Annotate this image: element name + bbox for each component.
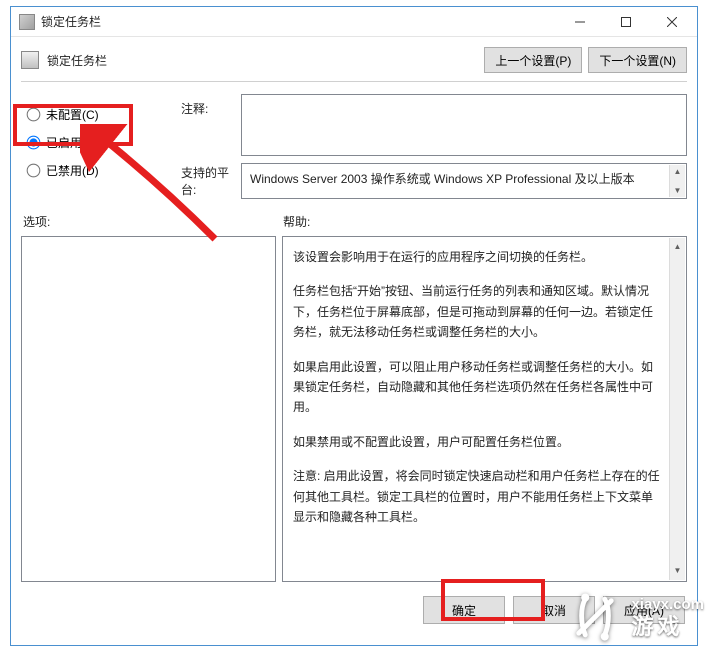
apply-button[interactable]: 应用(A) — [603, 596, 685, 624]
next-setting-button[interactable]: 下一个设置(N) — [588, 47, 687, 73]
close-button[interactable] — [649, 8, 695, 36]
options-label: 选项: — [23, 213, 283, 230]
help-paragraph: 如果启用此设置，可以阻止用户移动任务栏或调整任务栏的大小。如果锁定任务栏，自动隐… — [293, 357, 664, 418]
help-panel: 该设置会影响用于在运行的应用程序之间切换的任务栏。 任务栏包括“开始”按钮、当前… — [282, 236, 687, 582]
help-paragraph: 如果禁用或不配置此设置，用户可配置任务栏位置。 — [293, 432, 664, 452]
upper-section: 未配置(C) 已启用(E) 已禁用(D) 注释: 支持的平台: Windows … — [11, 90, 697, 199]
help-paragraph: 任务栏包括“开始”按钮、当前运行任务的列表和通知区域。默认情况下，任务栏位于屏幕… — [293, 281, 664, 342]
platform-field: Windows Server 2003 操作系统或 Windows XP Pro… — [241, 163, 687, 199]
policy-icon — [21, 51, 39, 69]
help-scrollbar[interactable]: ▲▼ — [669, 238, 685, 580]
state-radio-group: 未配置(C) 已启用(E) 已禁用(D) — [21, 94, 181, 199]
policy-title: 锁定任务栏 — [47, 52, 478, 69]
radio-disabled[interactable] — [27, 163, 41, 177]
platform-scrollbar[interactable]: ▲▼ — [669, 165, 685, 197]
ok-button[interactable]: 确定 — [423, 596, 505, 624]
window-title: 锁定任务栏 — [41, 13, 557, 30]
help-paragraph: 注意: 启用此设置，将会同时锁定快速启动栏和用户任务栏上存在的任何其他工具栏。锁… — [293, 466, 664, 527]
comment-label: 注释: — [181, 94, 241, 158]
footer: 确定 取消 应用(A) — [11, 590, 697, 634]
titlebar: 锁定任务栏 — [11, 7, 697, 37]
radio-enabled-label[interactable]: 已启用(E) — [46, 134, 98, 151]
toolbar: 锁定任务栏 上一个设置(P) 下一个设置(N) — [11, 37, 697, 81]
platform-text: Windows Server 2003 操作系统或 Windows XP Pro… — [250, 172, 635, 186]
dialog-window: 锁定任务栏 锁定任务栏 上一个设置(P) 下一个设置(N) 未配置(C) — [10, 6, 698, 646]
comment-input[interactable] — [241, 94, 687, 156]
options-panel — [21, 236, 276, 582]
radio-disabled-label[interactable]: 已禁用(D) — [46, 162, 99, 179]
help-paragraph: 该设置会影响用于在运行的应用程序之间切换的任务栏。 — [293, 247, 664, 267]
radio-not-configured-label[interactable]: 未配置(C) — [46, 106, 99, 123]
radio-not-configured[interactable] — [27, 107, 41, 121]
radio-enabled[interactable] — [27, 135, 41, 149]
cancel-button[interactable]: 取消 — [513, 596, 595, 624]
minimize-button[interactable] — [557, 8, 603, 36]
separator — [21, 81, 687, 82]
maximize-button[interactable] — [603, 8, 649, 36]
app-icon — [19, 14, 35, 30]
prev-setting-button[interactable]: 上一个设置(P) — [484, 47, 582, 73]
help-label: 帮助: — [283, 213, 310, 230]
platform-label: 支持的平台: — [181, 158, 241, 190]
